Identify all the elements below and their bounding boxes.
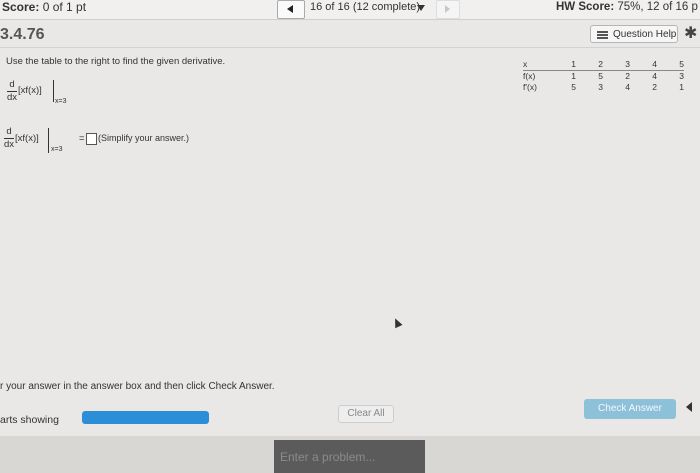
evaluation-point-answer: x=3 bbox=[51, 146, 63, 153]
section-title: 3.4.76 bbox=[0, 26, 45, 43]
question-help-button[interactable]: Question Help bbox=[590, 25, 678, 43]
divider bbox=[0, 47, 700, 48]
score: Score: 0 of 1 pt bbox=[2, 0, 87, 14]
menu-icon bbox=[597, 31, 608, 39]
table-row: f(x) 1 5 2 4 3 bbox=[523, 71, 684, 81]
derivative-operator: d dx bbox=[7, 79, 18, 103]
derivative-expression: [xf(x)] bbox=[18, 85, 42, 96]
score-value: 0 of 1 pt bbox=[42, 0, 87, 14]
previous-question-button[interactable] bbox=[277, 0, 305, 19]
instruction-text: Use the table to the right to find the g… bbox=[6, 56, 226, 67]
table-row: f'(x) 5 3 4 2 1 bbox=[523, 82, 684, 92]
mouse-cursor-icon bbox=[391, 316, 403, 329]
equals-sign: = bbox=[79, 133, 85, 144]
answer-input[interactable] bbox=[86, 133, 97, 145]
hw-score: HW Score: 75%, 12 of 16 p bbox=[556, 1, 698, 13]
values-table: x 1 2 3 4 5 f(x) 1 5 2 4 3 f'(x) 5 3 4 2… bbox=[523, 59, 684, 93]
question-progress[interactable]: 16 of 16 (12 complete) bbox=[310, 1, 420, 13]
simplify-note: (Simplify your answer.) bbox=[98, 133, 190, 143]
problem-search-input[interactable] bbox=[274, 440, 425, 473]
hw-score-value: 75%, 12 of 16 p bbox=[617, 1, 698, 13]
gear-icon[interactable]: ✱ bbox=[684, 23, 697, 43]
check-answer-button[interactable]: Check Answer bbox=[584, 399, 676, 419]
derivative-operator-answer: d dx bbox=[4, 126, 15, 150]
progress-fill bbox=[82, 411, 209, 424]
parts-showing-label: arts showing bbox=[0, 414, 59, 426]
chevron-down-icon[interactable] bbox=[417, 5, 425, 11]
collapse-arrow-icon[interactable] bbox=[686, 402, 692, 412]
table-header-row: x 1 2 3 4 5 bbox=[523, 59, 684, 71]
problem-search[interactable] bbox=[274, 440, 425, 473]
top-bar: Score: 0 of 1 pt 16 of 16 (12 complete) … bbox=[0, 0, 700, 20]
answer-hint: r your answer in the answer box and then… bbox=[0, 381, 275, 392]
evaluation-point: x=3 bbox=[55, 98, 67, 105]
clear-all-button[interactable]: Clear All bbox=[338, 405, 394, 423]
parts-progress-bar bbox=[82, 411, 209, 424]
next-question-button[interactable] bbox=[436, 0, 460, 19]
derivative-expression-answer: [xf(x)] bbox=[15, 133, 39, 144]
